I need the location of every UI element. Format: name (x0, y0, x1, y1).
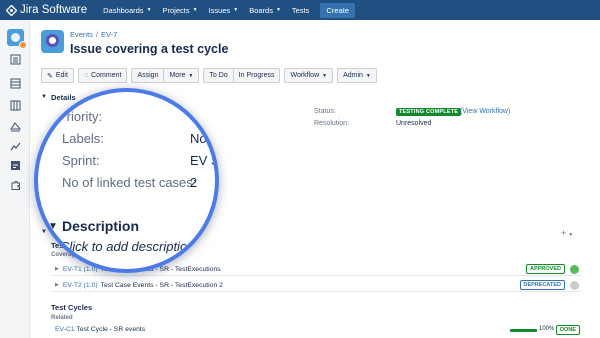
test-cycle-status-badge: DONE (556, 325, 580, 335)
breadcrumb-project-link[interactable]: Events (70, 30, 93, 39)
workflow-button-label: Workflow (290, 72, 320, 79)
nav-issues-label: Issues (208, 5, 231, 15)
magnifier-overlay: Ty Priority: Labels: No Sprint: EV S No … (34, 88, 219, 273)
status-badge: TESTING COMPLETE (396, 108, 462, 116)
jira-logo[interactable]: Jira Software (6, 4, 87, 16)
project-avatar[interactable] (7, 29, 27, 49)
top-navigation: Jira Software Dashboards ▼ Projects ▼ Issu… (0, 0, 600, 20)
chevron-down-icon: ▼ (188, 72, 194, 79)
test-case-key-link[interactable]: EV-T2 (1.0) (63, 282, 98, 289)
test-status-badge: APPROVED (526, 264, 565, 274)
related-label: Related (51, 315, 73, 321)
chevron-down-icon: ▼ (192, 7, 198, 13)
test-status-badge: DEPRECATED (519, 280, 565, 290)
resolution-label: Resolution: (314, 120, 350, 127)
project-badge-dot (19, 41, 27, 49)
nav-tests-label: Tests (291, 5, 310, 15)
admin-button[interactable]: Admin ▼ (337, 68, 377, 83)
add-test-control[interactable]: + ▼ (561, 228, 573, 238)
assign-button-label: Assign (137, 72, 159, 79)
chevron-down-icon: ▼ (568, 232, 574, 238)
plus-icon: + (561, 228, 567, 238)
nav-projects-label: Projects (162, 5, 190, 15)
test-cycle-progress-bar (510, 329, 537, 332)
assign-button[interactable]: Assign (131, 68, 164, 83)
chevron-down-icon: ▼ (322, 72, 328, 79)
status-dot-icon (570, 280, 579, 290)
releases-icon[interactable] (10, 121, 21, 132)
backlog-icon[interactable] (10, 54, 21, 65)
issue-toolbar: ✎ Edit ◌ Comment Assign More ▼ To Do In Pro… (41, 68, 381, 83)
transition-group: To Do In Progress (203, 68, 281, 83)
workflow-button[interactable]: Workflow ▼ (284, 68, 334, 83)
breadcrumb: Events / EV-7 (70, 30, 117, 39)
magnified-priority-label: Priority: (58, 109, 103, 124)
board-icon[interactable] (10, 78, 21, 89)
breadcrumb-separator: / (95, 30, 99, 39)
test-cycle-key-link[interactable]: EV-C1 (55, 326, 75, 333)
comment-button[interactable]: ◌ Comment (77, 68, 128, 83)
test-cycles-section-title: Test Cycles (51, 303, 93, 312)
test-cycle-progress-text: 100% (539, 326, 555, 332)
jira-logo-icon (6, 4, 17, 16)
chevron-down-icon: ▼ (275, 7, 281, 13)
comment-button-label: Comment (91, 72, 122, 79)
test-case-summary: Test Case Events - SR - TestExecution 2 (100, 281, 223, 289)
test-icon[interactable] (10, 160, 21, 171)
edit-button[interactable]: ✎ Edit (41, 68, 74, 83)
table-row[interactable]: ▶ EV-T2 (1.0) Test Case Events - SR - Te… (51, 279, 581, 292)
description-placeholder[interactable]: Click to add description (60, 239, 194, 254)
test-cycle-row[interactable]: EV-C1 Test Cycle - SR events (55, 326, 145, 333)
nav-boards-label: Boards (249, 5, 273, 15)
pencil-icon: ✎ (47, 72, 53, 80)
more-button-label: More (169, 72, 186, 79)
nav-issues[interactable]: Issues ▼ (209, 6, 239, 15)
tests-collapse-toggle[interactable]: ▼ (41, 229, 47, 235)
magnified-labels-label: Labels: (62, 131, 104, 146)
view-workflow-link[interactable]: (View Workflow) (460, 108, 510, 115)
nav-tests[interactable]: Tests (292, 6, 310, 15)
more-button[interactable]: More ▼ (163, 68, 200, 83)
page-title: Issue covering a test cycle (70, 42, 229, 56)
project-sidebar (0, 20, 30, 338)
nav-projects[interactable]: Projects ▼ (163, 6, 198, 15)
magnified-type-fragment: Ty (44, 96, 54, 106)
issue-project-avatar (41, 30, 64, 53)
jira-logo-text: Jira Software (20, 4, 88, 16)
status-label: Status: (314, 108, 336, 115)
todo-button[interactable]: To Do (203, 68, 233, 83)
magnified-sprint-value[interactable]: EV S (190, 153, 215, 168)
nav-dashboards[interactable]: Dashboards ▼ (103, 6, 151, 15)
reports-icon[interactable] (10, 141, 21, 152)
create-button[interactable]: Create (320, 2, 355, 18)
magnified-linked-tests-value: 2 (190, 175, 198, 190)
breadcrumb-issue-link[interactable]: EV-7 (101, 30, 117, 39)
magnified-description-title: Description (62, 218, 140, 234)
inprogress-button-label: In Progress (238, 72, 275, 79)
assign-more-group: Assign More ▼ (131, 68, 200, 83)
addons-icon[interactable] (10, 180, 21, 191)
edit-button-label: Edit (55, 72, 68, 79)
nav-boards[interactable]: Boards ▼ (249, 6, 281, 15)
inprogress-button[interactable]: In Progress (232, 68, 281, 83)
magnified-linked-tests-label: No of linked test cases: (62, 175, 197, 190)
expand-chevron-icon[interactable]: ▶ (55, 266, 59, 272)
admin-button-label: Admin (343, 72, 363, 79)
test-cycle-summary: Test Cycle - SR events (76, 326, 146, 333)
nav-dashboards-label: Dashboards (103, 5, 144, 15)
chevron-down-icon: ▼ (146, 7, 152, 13)
todo-button-label: To Do (209, 72, 228, 79)
columns-icon[interactable] (10, 100, 21, 111)
resolution-value: Unresolved (396, 120, 432, 127)
speech-bubble-icon: ◌ (83, 72, 89, 79)
magnified-sprint-label: Sprint: (62, 153, 100, 168)
magnified-labels-value: No (190, 131, 207, 146)
chevron-down-icon: ▼ (365, 72, 371, 79)
description-collapse-toggle[interactable]: ▼ (48, 221, 58, 232)
status-dot-icon (570, 264, 579, 274)
details-section-title: Details (51, 93, 76, 102)
expand-chevron-icon[interactable]: ▶ (55, 282, 59, 288)
chevron-down-icon: ▼ (233, 7, 239, 13)
